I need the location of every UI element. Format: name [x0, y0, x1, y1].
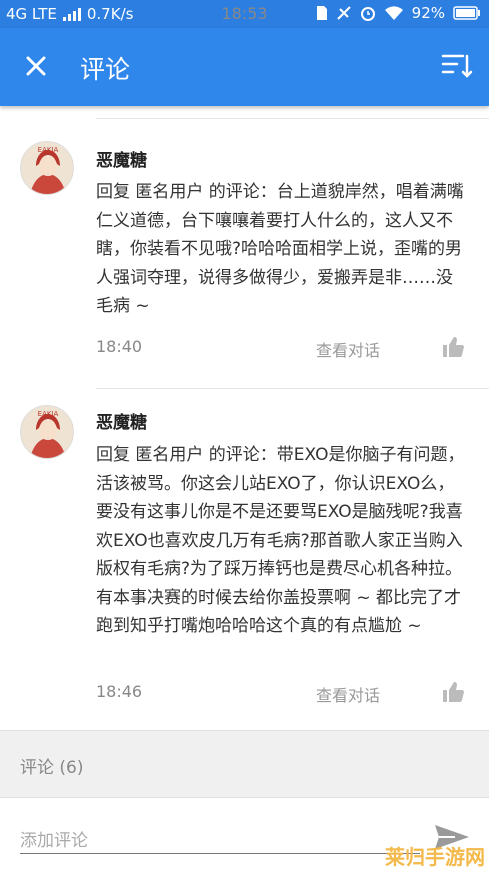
comment-divider — [96, 388, 489, 389]
app-bar: 评论 — [0, 28, 489, 106]
comment-text: 回复 匿名用户 的评论：带EXO是你脑子有问题，活该被骂。你这会儿站EXO了，你… — [96, 445, 465, 636]
battery-icon — [453, 6, 480, 20]
top-divider — [96, 118, 489, 119]
wifi-icon — [384, 6, 403, 20]
battery-percent: 92% — [411, 4, 445, 22]
sort-icon[interactable] — [441, 52, 473, 80]
comment-author[interactable]: 恶魔糖 — [96, 408, 147, 433]
watermark: 莱归手游网 — [385, 845, 485, 869]
comment-time: 18:40 — [96, 337, 143, 356]
add-comment-input[interactable]: 添加评论 — [20, 822, 420, 854]
comment-count-bar: 评论 (6) — [0, 730, 489, 798]
close-icon[interactable] — [20, 50, 52, 82]
no-sim-icon — [336, 6, 351, 20]
comment-author[interactable]: 恶魔糖 — [96, 146, 147, 171]
view-conversation-link[interactable]: 查看对话 — [316, 682, 380, 706]
avatar-image: EAKIA — [21, 406, 73, 458]
svg-text:EAKIA: EAKIA — [38, 146, 59, 154]
comment-time: 18:46 — [96, 682, 143, 701]
alarm-icon — [360, 7, 375, 21]
comment-count-label: 评论 (6) — [20, 758, 84, 778]
svg-text:EAKIA: EAKIA — [38, 410, 59, 418]
comment-text: 回复 匿名用户 的评论：台上道貌岸然，唱着满嘴仁义道德，台下嚷嚷着要打人什么的，… — [96, 182, 464, 316]
sim-icon — [316, 6, 327, 20]
avatar-image: EAKIA — [21, 142, 73, 194]
thumbs-up-icon[interactable] — [441, 335, 465, 359]
avatar[interactable]: EAKIA — [20, 141, 74, 195]
avatar[interactable]: EAKIA — [20, 405, 74, 459]
status-right: 92% — [316, 4, 481, 22]
status-bar: 4G LTE 0.7K/s 18:53 92% — [0, 0, 489, 28]
page-title: 评论 — [80, 55, 131, 84]
view-conversation-link[interactable]: 查看对话 — [316, 337, 380, 361]
thumbs-up-icon[interactable] — [441, 680, 465, 704]
